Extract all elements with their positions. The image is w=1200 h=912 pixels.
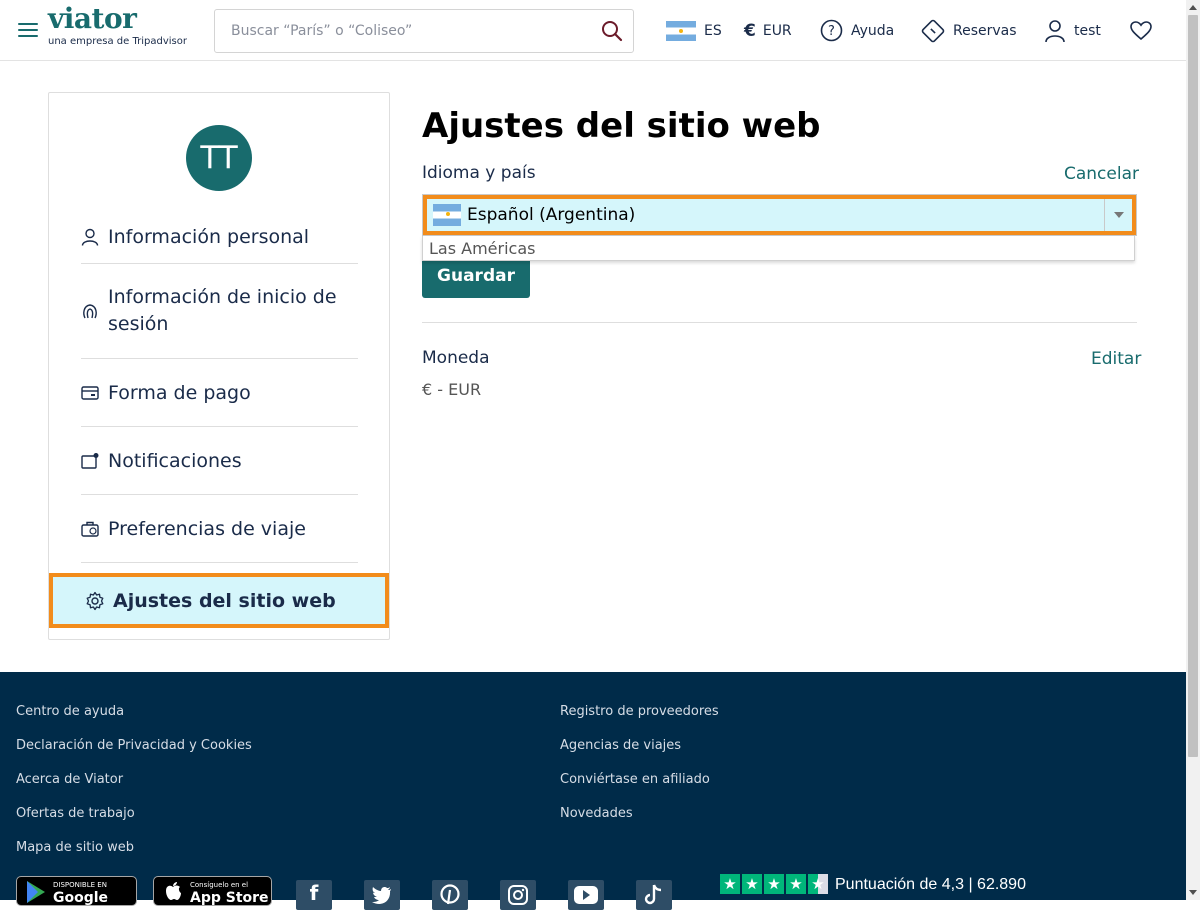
argentina-flag-icon [433,204,461,226]
youtube-icon[interactable] [568,880,604,910]
sidebar-item-payment[interactable]: Forma de pago [81,359,358,427]
sidebar-item-label: Ajustes del sitio web [113,589,336,612]
search-box [214,9,634,53]
sidebar-item-notifications[interactable]: Notificaciones [81,427,358,495]
svg-text:?: ? [828,24,835,39]
argentina-flag-icon [666,20,696,41]
language-select[interactable]: Español (Argentina) [422,194,1137,236]
pinterest-icon[interactable] [432,880,468,910]
tiktok-icon[interactable] [636,880,672,910]
language-selector[interactable]: ES [666,0,722,61]
footer-link-suppliers[interactable]: Registro de proveedores [560,704,719,719]
dropdown-option-group[interactable]: Las Américas [422,236,1135,261]
footer-link-sitemap[interactable]: Mapa de sitio web [16,840,134,855]
euro-icon: € [744,20,756,41]
currency-label: EUR [762,22,792,39]
scroll-up-arrow-icon[interactable] [1186,0,1200,14]
half-star-icon: ★ [808,874,828,894]
currency-selector[interactable]: € EUR [744,0,792,61]
twitter-icon[interactable] [364,880,400,910]
gear-icon [86,591,104,610]
language-label: ES [704,22,722,39]
instagram-icon[interactable] [500,880,536,910]
help-link[interactable]: ? Ayuda [820,0,894,61]
logo-subtitle: una empresa de Tripadvisor [48,36,187,47]
search-input[interactable] [215,10,595,52]
footer-link-travel-agents[interactable]: Agencias de viajes [560,738,681,753]
footer-link-privacy[interactable]: Declaración de Privacidad y Cookies [16,738,252,753]
luggage-icon [81,521,99,537]
sidebar-item-website-settings[interactable]: Ajustes del sitio web [49,573,389,628]
sidebar-item-label: Información de inicio de sesión [108,286,337,335]
google-play-icon [27,881,45,903]
bookings-label: Reservas [953,22,1017,39]
language-country-label: Idioma y país [422,163,536,183]
trustpilot-stars: ★ ★ ★ ★ ★ [720,874,830,894]
avatar[interactable]: TT [186,125,252,191]
ticket-icon [921,19,945,42]
bookings-link[interactable]: Reservas [921,0,1017,61]
sidebar-item-personal-info[interactable]: Información personal [81,210,358,264]
logo-wordmark: viator [48,2,137,35]
currency-label: Moneda [422,348,490,368]
scrollbar-thumb[interactable] [1188,15,1198,757]
user-icon [81,228,99,246]
star-icon: ★ [720,874,740,894]
menu-icon[interactable] [18,23,38,37]
google-play-top-label: DISPONIBLE EN [53,881,107,889]
sidebar-item-label: Preferencias de viaje [108,517,306,540]
star-icon: ★ [742,874,762,894]
page-title: Ajustes del sitio web [422,106,821,146]
help-icon: ? [820,19,843,42]
footer-link-affiliate[interactable]: Conviértase en afiliado [560,772,710,787]
sidebar-item-travel-preferences[interactable]: Preferencias de viaje [81,495,358,563]
star-icon: ★ [786,874,806,894]
footer-link-jobs[interactable]: Ofertas de trabajo [16,806,135,821]
edit-currency-link[interactable]: Editar [1091,349,1141,369]
app-store-label: App Store [190,890,269,906]
wishlist-link[interactable] [1130,0,1160,61]
fingerprint-icon [83,304,97,319]
search-icon[interactable] [601,20,623,42]
user-label: test [1074,22,1101,39]
language-select-value[interactable]: Español (Argentina) [423,195,1136,235]
sidebar-item-label: Información personal [108,225,310,248]
footer-link-news[interactable]: Novedades [560,806,633,821]
trustpilot-rating[interactable]: Puntuación de 4,3 | 62.890 [835,876,1026,894]
footer-link-about[interactable]: Acerca de Viator [16,772,123,787]
heart-icon [1130,20,1152,40]
facebook-icon[interactable]: f [296,880,332,910]
selected-language: Español (Argentina) [467,205,636,225]
sidebar-item-label: Forma de pago [108,381,251,404]
currency-value: € - EUR [422,380,482,399]
sidebar-item-login-info[interactable]: Información de inicio de sesión [81,264,358,359]
chevron-down-icon[interactable] [1104,199,1132,231]
help-label: Ayuda [851,22,895,39]
account-link[interactable]: test [1044,0,1101,61]
app-store-top-label: Consíguelo en el [190,881,249,889]
viator-logo[interactable]: viator una empresa de Tripadvisor [48,3,187,48]
google-play-label: Google Play [53,890,109,906]
app-store-badge[interactable]: Consíguelo en el App Store [153,876,272,906]
site-footer: Centro de ayuda Declaración de Privacida… [0,672,1186,910]
footer-link-help-center[interactable]: Centro de ayuda [16,704,124,719]
cancel-link[interactable]: Cancelar [1064,164,1139,184]
sidebar-item-label: Notificaciones [108,449,242,472]
site-header: viator una empresa de Tripadvisor ES € E… [0,0,1186,61]
notification-icon [81,452,99,469]
scroll-down-arrow-icon[interactable] [1186,886,1200,900]
account-sidebar: TT Información personal Información de i… [48,92,390,640]
divider [422,322,1137,323]
credit-card-icon [81,385,99,400]
user-icon [1045,19,1065,42]
star-icon: ★ [764,874,784,894]
google-play-badge[interactable]: DISPONIBLE EN Google Play [16,876,137,906]
